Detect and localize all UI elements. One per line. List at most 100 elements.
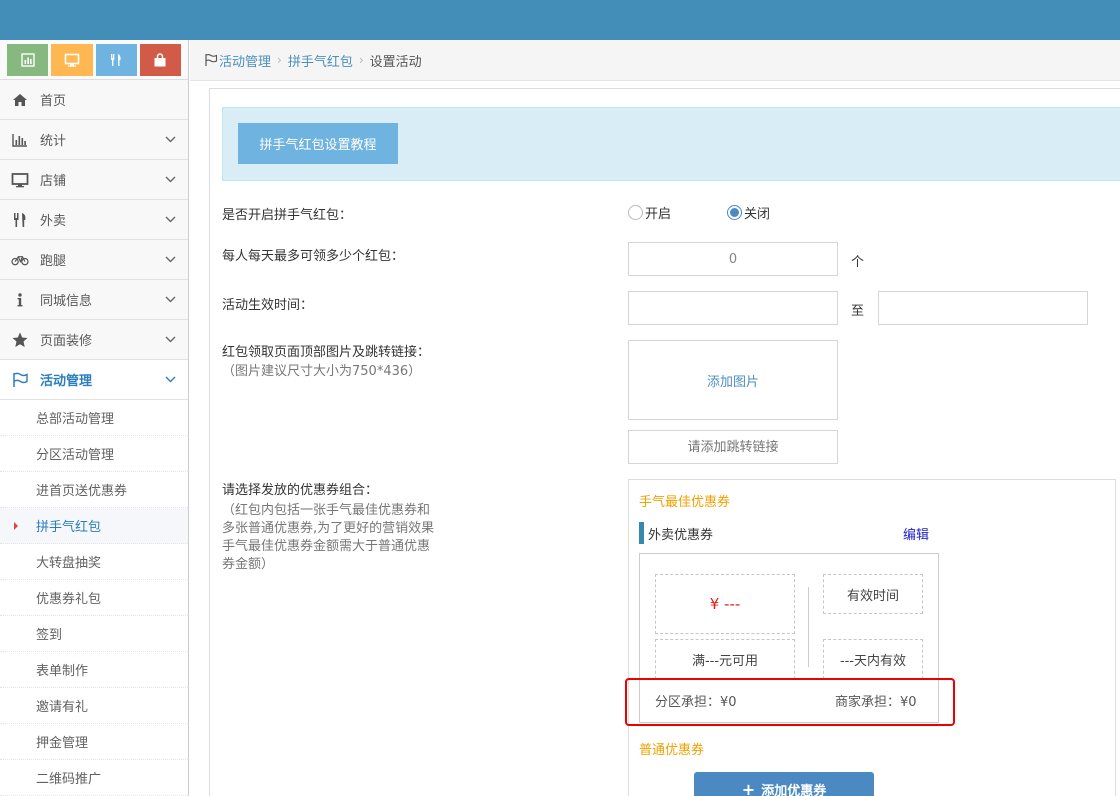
add-coupon-label: 添加优惠券 <box>761 783 827 796</box>
coupon-hint-line: 多张普通优惠券,为了更好的营销效果 <box>222 521 435 536</box>
submenu-lucky-wheel[interactable]: 大转盘抽奖 <box>0 544 188 580</box>
shortcut-orders-button[interactable] <box>139 44 181 76</box>
chevron-down-icon <box>152 254 188 265</box>
submenu-hq-activity[interactable]: 总部活动管理 <box>0 400 188 436</box>
flag-icon <box>0 371 40 389</box>
tutorial-button[interactable]: 拼手气红包设置教程 <box>238 123 398 164</box>
jump-link-input[interactable] <box>628 430 838 464</box>
top-navbar <box>0 0 1120 40</box>
sidebar-item-label: 外卖 <box>40 214 67 229</box>
breadcrumb-redpacket-link[interactable]: 拼手气红包 <box>288 51 353 70</box>
breadcrumb: 活动管理 › 拼手气红包 › 设置活动 <box>190 40 1120 81</box>
breadcrumb-current: 设置活动 <box>369 54 422 70</box>
sidebar-shortcuts <box>0 40 188 80</box>
coupon-type-label: 外卖优惠券 <box>639 522 713 544</box>
chevron-down-icon <box>152 214 188 225</box>
utensils-icon <box>0 211 40 229</box>
coupon-hint-line: 手气最佳优惠券金额需大于普通优惠 <box>222 539 431 554</box>
bar-chart-icon <box>20 53 35 67</box>
breadcrumb-separator-icon: › <box>358 53 364 67</box>
info-icon <box>0 291 40 309</box>
shopping-bag-icon <box>154 53 166 67</box>
sidebar-item-label: 活动管理 <box>40 374 93 389</box>
plus-icon: + <box>741 779 756 796</box>
chevron-down-icon <box>152 174 188 185</box>
submenu-district-activity[interactable]: 分区活动管理 <box>0 436 188 472</box>
max-per-day-input[interactable] <box>628 242 838 276</box>
start-time-input[interactable] <box>628 291 838 325</box>
radio-label: 开启 <box>645 207 672 222</box>
sidebar-item-activity[interactable]: 活动管理 <box>0 360 188 400</box>
submenu-form-builder[interactable]: 表单制作 <box>0 652 188 688</box>
bicycle-icon <box>0 251 40 269</box>
effective-time-label: 活动生效时间： <box>222 298 314 313</box>
sidebar-item-decoration[interactable]: 页面装修 <box>0 320 188 360</box>
coupon-hint-line: （红包内包括一张手气最佳优惠券和 <box>222 503 431 518</box>
coupon-price-box: ¥ --- <box>655 574 795 634</box>
enable-label: 是否开启拼手气红包： <box>222 208 353 223</box>
edit-coupon-link[interactable]: 编辑 <box>903 524 929 543</box>
sidebar-item-errand[interactable]: 跑腿 <box>0 240 188 280</box>
submenu-invite-reward[interactable]: 邀请有礼 <box>0 688 188 724</box>
header-image-label-group: 红包领取页面顶部图片及跳转链接： （图片建议尺寸大小为750*436） <box>222 343 430 381</box>
breadcrumb-activity-link[interactable]: 活动管理 <box>219 51 271 70</box>
header-image-hint: （图片建议尺寸大小为750*436） <box>222 364 422 379</box>
submenu-qrcode-promo[interactable]: 二维码推广 <box>0 760 188 796</box>
shortcut-stats-button[interactable] <box>7 44 49 76</box>
coupon-combo-label-group: 请选择发放的优惠券组合： （红包内包括一张手气最佳优惠券和 多张普通优惠券,为了… <box>222 482 434 574</box>
time-separator: 至 <box>851 304 865 319</box>
sidebar-item-shop[interactable]: 店铺 <box>0 160 188 200</box>
max-per-day-unit: 个 <box>851 255 865 270</box>
chevron-down-icon <box>152 374 188 385</box>
sidebar-item-stats[interactable]: 统计 <box>0 120 188 160</box>
add-coupon-button[interactable]: + 添加优惠券 <box>694 772 874 796</box>
coupon-price: ¥ --- <box>709 595 741 613</box>
add-image-button[interactable]: 添加图片 <box>628 340 838 420</box>
submenu-checkin[interactable]: 签到 <box>0 616 188 652</box>
submenu-coupon-pack[interactable]: 优惠券礼包 <box>0 580 188 616</box>
sidebar-item-home[interactable]: 首页 <box>0 80 188 120</box>
utensils-icon <box>111 54 121 66</box>
coupon-min-spend: 满---元可用 <box>655 639 795 679</box>
desktop-icon <box>0 171 40 189</box>
enable-on-radio[interactable]: 开启 <box>628 203 671 222</box>
sidebar-item-label: 同城信息 <box>40 294 93 309</box>
shortcut-shop-button[interactable] <box>51 44 93 76</box>
chevron-down-icon <box>152 294 188 305</box>
submenu-deposit[interactable]: 押金管理 <box>0 724 188 760</box>
radio-label: 关闭 <box>744 207 771 222</box>
header-image-label: 红包领取页面顶部图片及跳转链接： <box>222 345 431 360</box>
highlight-frame <box>625 678 955 726</box>
sidebar-item-label: 店铺 <box>40 174 67 189</box>
radio-circle <box>727 205 742 220</box>
sidebar-item-label: 跑腿 <box>40 254 67 269</box>
coupon-hint-line: 券金额） <box>222 557 275 572</box>
sidebar-item-takeout[interactable]: 外卖 <box>0 200 188 240</box>
sidebar-item-label: 统计 <box>40 134 67 149</box>
submenu-homepage-coupon[interactable]: 进首页送优惠券 <box>0 472 188 508</box>
sidebar-item-label: 页面装修 <box>40 334 93 349</box>
chevron-down-icon <box>152 134 188 145</box>
max-per-day-label: 每人每天最多可领多少个红包： <box>222 249 405 264</box>
submenu-lucky-redpacket[interactable]: 拼手气红包 <box>0 508 188 544</box>
chevron-down-icon <box>152 334 188 345</box>
submenu-label: 拼手气红包 <box>36 520 102 535</box>
enable-off-radio[interactable]: 关闭 <box>727 203 770 222</box>
radio-circle <box>628 205 643 220</box>
coupon-valid-days: ---天内有效 <box>823 639 923 679</box>
breadcrumb-separator-icon: › <box>277 53 282 67</box>
home-icon <box>0 91 40 109</box>
flag-icon <box>205 54 218 66</box>
sidebar-item-local-info[interactable]: 同城信息 <box>0 280 188 320</box>
end-time-input[interactable] <box>878 291 1088 325</box>
coupon-valid-label: 有效时间 <box>823 574 923 614</box>
sidebar-item-label: 首页 <box>40 94 67 109</box>
star-icon <box>0 331 40 349</box>
sidebar: 首页 统计 店铺 外卖 跑腿 同城信息 页面装修 活动管理 总部活动管理 分区活… <box>0 40 189 796</box>
coupon-divider <box>808 587 809 667</box>
shortcut-takeout-button[interactable] <box>95 44 137 76</box>
best-coupon-title: 手气最佳优惠券 <box>639 495 731 510</box>
caret-right-icon <box>14 522 18 530</box>
coupon-combo-label: 请选择发放的优惠券组合： <box>222 483 379 498</box>
normal-coupon-title: 普通优惠券 <box>639 743 705 758</box>
